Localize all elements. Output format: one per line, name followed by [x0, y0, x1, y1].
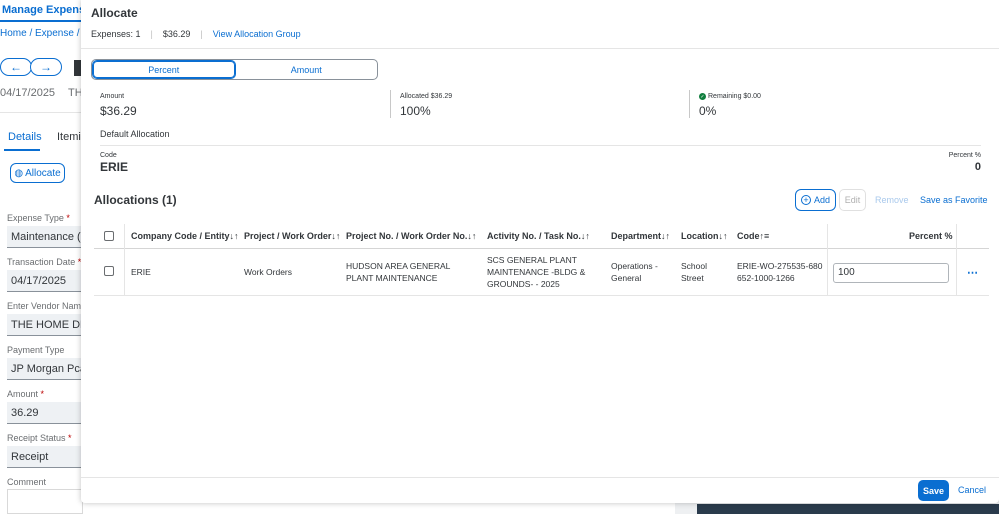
- column-project-no[interactable]: Project No. / Work Order No.↓↑: [346, 231, 476, 241]
- divider: [0, 112, 82, 113]
- allocations-table: Company Code / Entity↓↑ Project / Work O…: [94, 224, 989, 296]
- add-button[interactable]: + Add: [795, 189, 836, 211]
- payment-type-label: Payment Type: [7, 345, 65, 355]
- dialog-title: Allocate: [91, 6, 138, 20]
- meta-separator: |: [200, 29, 203, 39]
- allocate-dialog: Allocate Expenses: 1 | $36.29 | View All…: [81, 0, 999, 503]
- select-all-checkbox[interactable]: [104, 231, 114, 241]
- tab-details[interactable]: Details: [8, 131, 42, 143]
- row-checkbox[interactable]: [104, 266, 114, 276]
- default-allocation-heading: Default Allocation: [100, 129, 170, 139]
- arrow-right-icon: →: [40, 60, 52, 74]
- column-company-code[interactable]: Company Code / Entity↓↑: [131, 231, 239, 241]
- code-value: ERIE: [100, 160, 129, 174]
- cell-department: Operations - General: [611, 261, 658, 283]
- payment-type-field[interactable]: JP Morgan Pcard: [7, 358, 83, 380]
- cell-activity-no: SCS GENERAL PLANT MAINTENANCE -BLDG & GR…: [487, 255, 586, 289]
- back-button[interactable]: ←: [0, 58, 32, 76]
- tab-details-indicator: [4, 149, 40, 151]
- view-allocation-group-link[interactable]: View Allocation Group: [213, 29, 301, 39]
- column-project-work-order[interactable]: Project / Work Order↓↑: [244, 231, 340, 241]
- summary-allocated: Allocated $36.29 100%: [400, 93, 452, 118]
- summary-divider: [390, 90, 391, 118]
- summary-amount-value: $36.29: [100, 104, 137, 118]
- allocate-button[interactable]: ◍ Allocate: [10, 163, 65, 183]
- save-as-favorite-button[interactable]: Save as Favorite: [920, 195, 988, 205]
- cell-project-no: HUDSON AREA GENERAL PLANT MAINTENANCE: [346, 261, 451, 283]
- allocate-button-label: Allocate: [25, 167, 61, 179]
- cell-location: School Street: [681, 261, 707, 283]
- allocation-mode-toggle: Percent Amount: [91, 59, 378, 80]
- summary-remaining: ✓ Remaining $0.00 0%: [699, 93, 761, 118]
- add-button-label: Add: [813, 195, 830, 205]
- summary-remaining-label: ✓ Remaining $0.00: [699, 93, 761, 100]
- vendor-name-field[interactable]: THE HOME DEP: [7, 314, 83, 336]
- dialog-header: Allocate Expenses: 1 | $36.29 | View All…: [81, 0, 999, 49]
- comment-field[interactable]: [7, 489, 83, 514]
- header-date: 04/17/2025: [0, 87, 56, 99]
- summary-remaining-value: 0%: [699, 104, 717, 118]
- table-row[interactable]: ERIE Work Orders HUDSON AREA GENERAL PLA…: [94, 249, 989, 296]
- remove-button[interactable]: Remove: [875, 195, 909, 205]
- cell-project: Work Orders: [244, 267, 293, 277]
- edit-button[interactable]: Edit: [839, 189, 866, 211]
- table-header: Company Code / Entity↓↑ Project / Work O…: [94, 224, 989, 296]
- arrow-left-icon: ←: [10, 60, 22, 74]
- more-options-icon[interactable]: ⋯: [967, 266, 979, 279]
- percent-label: Percent %: [948, 152, 981, 159]
- column-department[interactable]: Department↓↑: [611, 231, 670, 241]
- summary-amount: Amount $36.29: [100, 93, 137, 118]
- transaction-date-field[interactable]: 04/17/2025: [7, 270, 83, 292]
- column-location[interactable]: Location↓↑: [681, 231, 728, 241]
- footer-divider: [81, 477, 999, 478]
- expense-type-field[interactable]: Maintenance (Ma: [7, 226, 83, 248]
- comment-label: Comment: [7, 477, 47, 487]
- column-code[interactable]: Code↑≡: [737, 231, 769, 241]
- segment-amount[interactable]: Amount: [236, 60, 378, 79]
- background-footer-bar: [697, 504, 999, 514]
- receipt-status-field[interactable]: Receipt: [7, 446, 83, 468]
- amount-label: Amount *: [7, 389, 45, 399]
- meta-separator: |: [150, 29, 153, 39]
- column-activity-no[interactable]: Activity No. / Task No.↓↑: [487, 231, 590, 241]
- summary-allocated-label: Allocated $36.29: [400, 93, 453, 100]
- forward-button[interactable]: →: [30, 58, 62, 76]
- segment-percent[interactable]: Percent: [92, 60, 236, 79]
- success-check-icon: ✓: [699, 93, 706, 100]
- column-percent[interactable]: Percent %: [909, 231, 953, 241]
- dialog-meta: Expenses: 1 | $36.29 | View Allocation G…: [91, 29, 301, 39]
- expenses-count: Expenses: 1: [91, 29, 141, 39]
- percent-input[interactable]: 100: [833, 263, 949, 283]
- summary-amount-label: Amount: [100, 93, 125, 100]
- cell-code: ERIE-WO-275535-680652-1000-1266: [737, 261, 823, 283]
- amount-field[interactable]: 36.29: [7, 402, 83, 424]
- summary-divider: [689, 90, 690, 118]
- expense-type-label: Expense Type *: [7, 213, 70, 223]
- percent-value: 0: [974, 161, 981, 173]
- cancel-button[interactable]: Cancel: [958, 485, 986, 495]
- allocate-icon: ◍: [14, 167, 24, 179]
- cell-company-code: ERIE: [131, 267, 151, 277]
- code-label: Code: [100, 152, 117, 159]
- divider: [100, 145, 981, 146]
- summary-allocated-value: 100%: [400, 104, 431, 118]
- receipt-status-label: Receipt Status *: [7, 433, 72, 443]
- transaction-date-label: Transaction Date *: [7, 257, 82, 267]
- vendor-name-label: Enter Vendor Name *: [7, 301, 92, 311]
- expenses-total: $36.29: [162, 29, 191, 39]
- save-button[interactable]: Save: [918, 480, 949, 501]
- allocations-title: Allocations (1): [94, 193, 177, 207]
- add-circle-icon: +: [800, 195, 811, 205]
